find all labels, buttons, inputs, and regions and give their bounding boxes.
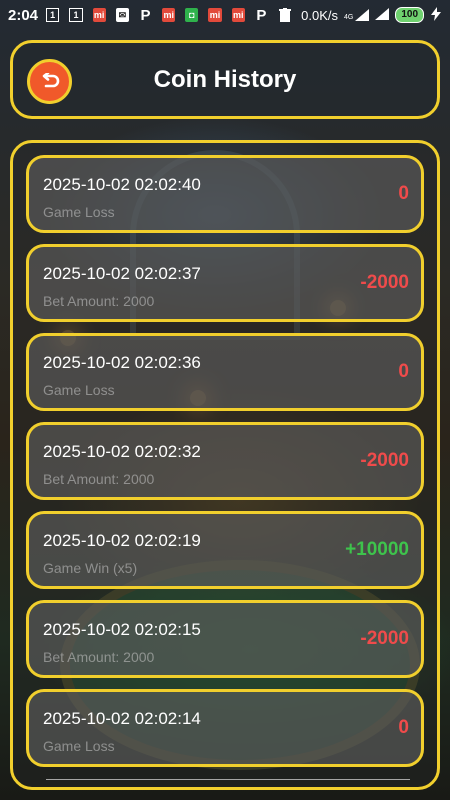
transaction-timestamp: 2025-10-02 02:02:32 (43, 442, 201, 461)
transaction-amount: -2000 (360, 272, 409, 293)
sim1-icon: 1 (46, 8, 60, 22)
coin-history-list[interactable]: 2025-10-02 02:02:40 Game Loss 0 2025-10-… (10, 140, 440, 790)
trash-icon (278, 8, 291, 22)
transaction-description: Game Loss (43, 382, 115, 398)
transaction-timestamp: 2025-10-02 02:02:19 (43, 531, 201, 550)
transaction-amount: 0 (398, 717, 409, 738)
return-arrow-icon (40, 72, 60, 91)
transaction-amount: 0 (398, 183, 409, 204)
transaction-timestamp: 2025-10-02 02:02:36 (43, 353, 201, 372)
transaction-description: Bet Amount: 2000 (43, 293, 155, 309)
transaction-amount: +10000 (345, 539, 409, 560)
transaction-timestamp: 2025-10-02 02:02:15 (43, 620, 201, 639)
mi-icon: mi (208, 8, 222, 22)
list-item[interactable]: 2025-10-02 02:02:15 Bet Amount: 2000 -20… (26, 600, 424, 678)
charging-icon (430, 6, 442, 24)
transaction-amount: 0 (398, 361, 409, 382)
transaction-amount: -2000 (360, 450, 409, 471)
transaction-amount: -2000 (360, 628, 409, 649)
status-bar: 2:04 1 1 mi ✉ P mi ◘ mi mi P 0.0K/s 4G 1… (0, 0, 450, 30)
network-speed: 0.0K/s (301, 7, 338, 23)
transaction-description: Game Loss (43, 204, 115, 220)
transaction-description: Bet Amount: 2000 (43, 471, 155, 487)
list-item[interactable]: 2025-10-02 02:02:36 Game Loss 0 (26, 333, 424, 411)
list-item[interactable]: 2025-10-02 02:02:14 Game Loss 0 (26, 689, 424, 767)
list-item[interactable]: 2025-10-02 02:02:37 Bet Amount: 2000 -20… (26, 244, 424, 322)
transaction-description: Game Win (x5) (43, 560, 138, 576)
signal-icon (375, 7, 390, 23)
back-button[interactable] (27, 59, 72, 104)
transaction-timestamp: 2025-10-02 02:02:40 (43, 175, 201, 194)
page-title: Coin History (153, 66, 297, 93)
list-item[interactable]: 2025-10-02 02:02:19 Game Win (x5) +10000 (26, 511, 424, 589)
list-end-divider (46, 779, 410, 780)
sim1-icon: 1 (69, 8, 83, 22)
transaction-description: Game Loss (43, 738, 115, 754)
green-app-icon: ◘ (185, 8, 199, 22)
mi-icon: mi (92, 8, 106, 22)
mi-icon: mi (231, 8, 245, 22)
list-item[interactable]: 2025-10-02 02:02:32 Bet Amount: 2000 -20… (26, 422, 424, 500)
mail-icon: ✉ (115, 8, 129, 22)
battery-icon: 100 (395, 7, 425, 23)
transaction-description: Bet Amount: 2000 (43, 649, 155, 665)
p-icon: P (140, 6, 151, 24)
transaction-timestamp: 2025-10-02 02:02:14 (43, 709, 201, 728)
mi-icon: mi (162, 8, 176, 22)
signal-icon: 4G (344, 9, 370, 21)
status-time: 2:04 (8, 6, 39, 24)
header-bar: Coin History (10, 40, 440, 119)
transaction-timestamp: 2025-10-02 02:02:37 (43, 264, 201, 283)
status-right: 0.0K/s 4G 100 (301, 6, 442, 24)
list-item[interactable]: 2025-10-02 02:02:40 Game Loss 0 (26, 155, 424, 233)
network-type: 4G (344, 14, 354, 21)
p-icon: P (256, 6, 267, 24)
